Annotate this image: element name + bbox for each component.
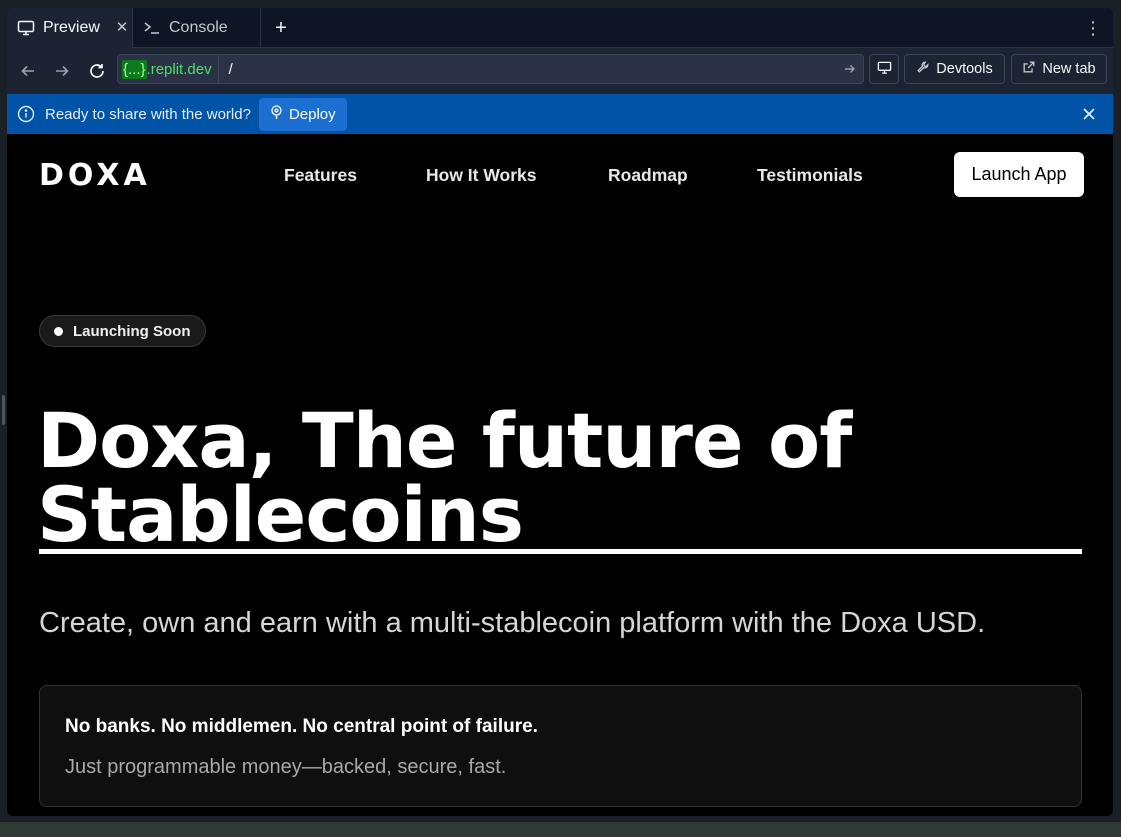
nav-link-how-it-works[interactable]: How It Works (426, 165, 537, 186)
launching-soon-badge: Launching Soon (39, 315, 206, 347)
deploy-icon (270, 104, 283, 124)
launch-app-button[interactable]: Launch App (954, 152, 1084, 197)
card-text: Just programmable money—backed, secure, … (65, 756, 507, 778)
tab-preview[interactable]: Preview ✕ (7, 8, 133, 48)
external-link-icon (1022, 60, 1036, 78)
tab-strip: Preview ✕ Console + ⋮ (7, 8, 1113, 48)
terminal-icon (143, 19, 161, 37)
nav-link-testimonials[interactable]: Testimonials (757, 165, 863, 186)
device-toggle-button[interactable] (869, 54, 899, 84)
status-dot (54, 326, 63, 336)
badge-label: Launching Soon (73, 322, 191, 340)
close-tab-icon[interactable]: ✕ (114, 20, 130, 36)
domain-suffix: .replit.dev (146, 60, 212, 78)
address-bar[interactable]: {...} .replit.dev / (117, 54, 864, 84)
tab-preview-label: Preview (43, 19, 100, 36)
info-icon (17, 105, 35, 123)
reload-icon[interactable] (86, 60, 108, 82)
domain-brace: {...} (122, 59, 147, 79)
tab-console-label: Console (169, 19, 228, 36)
hero-line-2: Stablecoins (37, 470, 524, 549)
new-tab-button[interactable]: New tab (1011, 54, 1107, 84)
resize-handle[interactable] (2, 395, 5, 425)
site-logo[interactable]: DOXA (39, 158, 151, 193)
hero-subtitle: Create, own and earn with a multi-stable… (39, 607, 986, 639)
devtools-button[interactable]: Devtools (904, 54, 1005, 84)
wrench-icon (916, 60, 930, 78)
more-options-icon[interactable]: ⋮ (1083, 18, 1103, 38)
value-proposition-card: No banks. No middlemen. No central point… (39, 685, 1082, 807)
hero-heading-clip: Doxa, The future of Stablecoins (7, 404, 1113, 548)
card-title: No banks. No middlemen. No central point… (65, 716, 538, 737)
hero-underline (39, 549, 1082, 554)
close-banner-icon[interactable] (1079, 104, 1099, 124)
deploy-label: Deploy (288, 105, 336, 123)
tab-console[interactable]: Console (133, 8, 261, 48)
site-viewport: DOXA Features How It Works Roadmap Testi… (7, 134, 1113, 816)
go-arrow-icon[interactable] (837, 62, 863, 76)
deploy-button[interactable]: Deploy (258, 97, 347, 131)
url-path-input[interactable]: / (219, 61, 837, 78)
hero-heading: Doxa, The future of Stablecoins (37, 404, 1087, 548)
new-tab-label: New tab (1042, 61, 1096, 77)
monitor-icon (17, 19, 35, 37)
url-toolbar: {...} .replit.dev / Devtools New tab (7, 48, 1113, 94)
replit-webview-pane: Preview ✕ Console + ⋮ {...} .replit.dev (7, 8, 1113, 816)
os-taskbar (0, 822, 1121, 837)
monitor-icon (877, 60, 892, 79)
nav-link-roadmap[interactable]: Roadmap (608, 165, 688, 186)
forward-arrow-icon[interactable] (51, 60, 73, 82)
nav-link-features[interactable]: Features (284, 165, 357, 186)
banner-message: Ready to share with the world? (45, 105, 251, 123)
domain-badge: {...} .replit.dev (118, 55, 219, 83)
devtools-label: Devtools (936, 61, 993, 77)
back-arrow-icon[interactable] (17, 60, 39, 82)
deploy-banner: Ready to share with the world? Deploy (7, 94, 1113, 134)
add-tab-icon[interactable]: + (271, 18, 291, 38)
